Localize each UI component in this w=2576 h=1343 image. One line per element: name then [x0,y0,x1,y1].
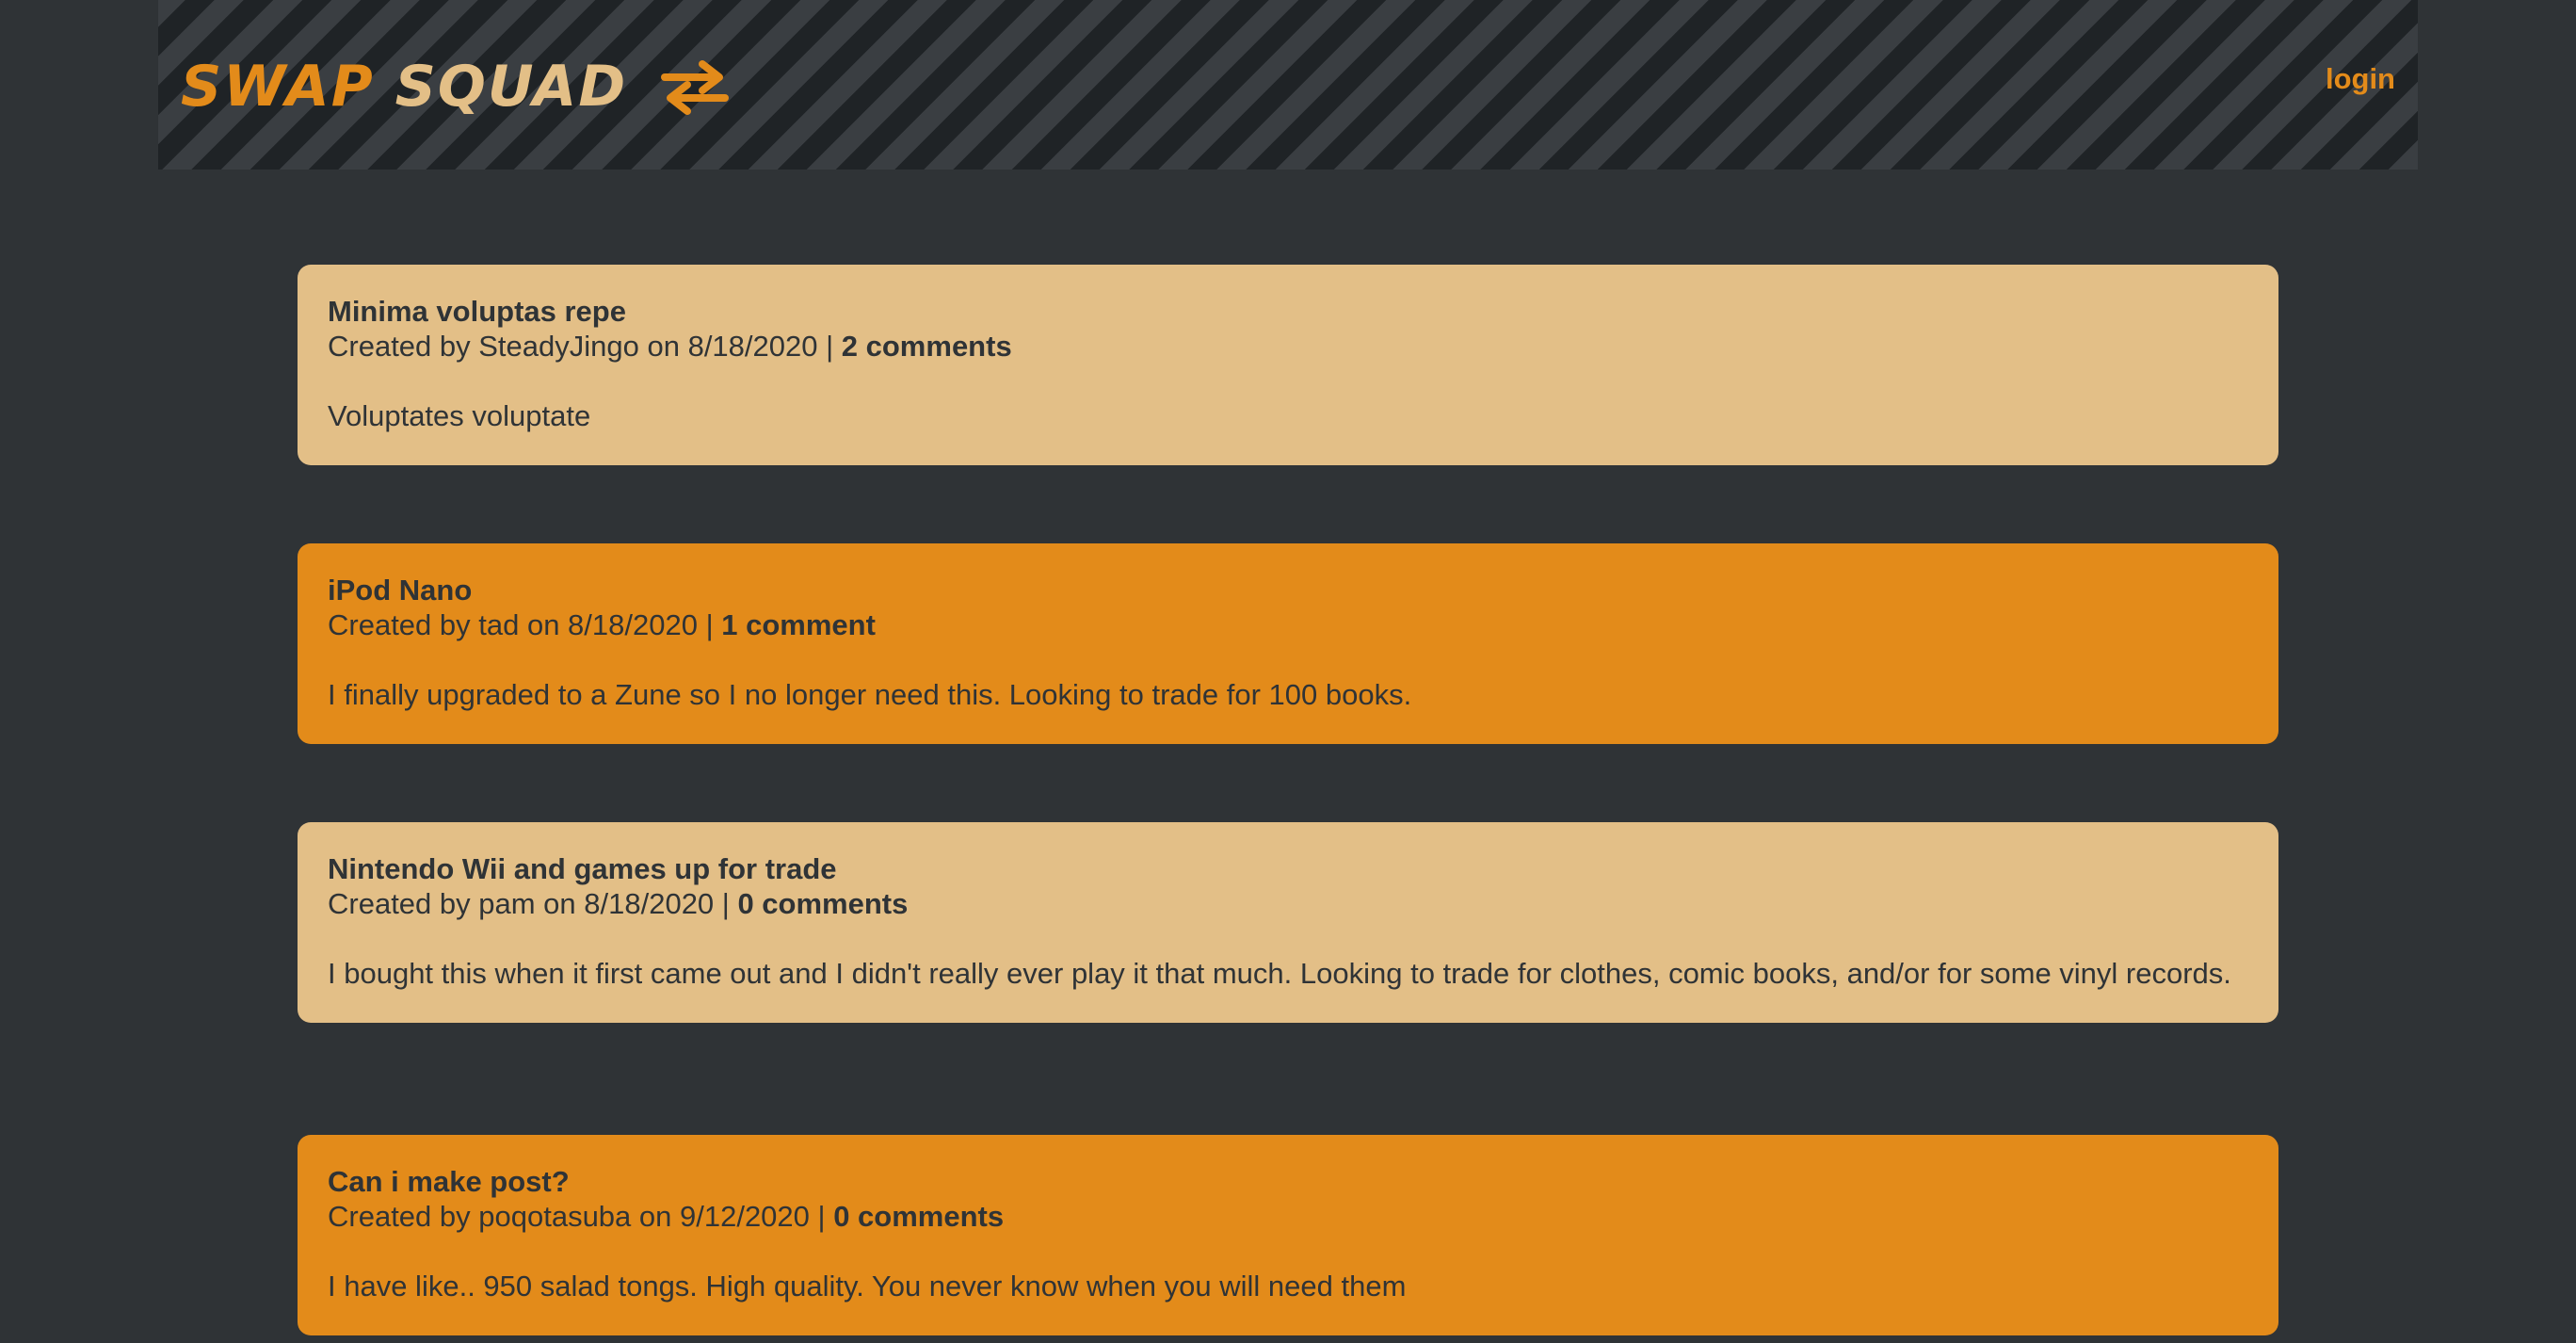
brand-word-squad: SQUAD [394,54,628,120]
post-body: I bought this when it first came out and… [328,957,2231,990]
post-author-date: Created by tad on 8/18/2020 | [328,608,722,641]
post-title[interactable]: Minima voluptas repe [328,294,2248,329]
post-card[interactable]: Can i make post? Created by poqotasuba o… [298,1135,2278,1335]
post-author-date: Created by SteadyJingo on 8/18/2020 | [328,330,842,363]
post-body: I finally upgraded to a Zune so I no lon… [328,678,1412,711]
comments-link[interactable]: 0 comments [833,1200,1004,1233]
post-card[interactable]: iPod Nano Created by tad on 8/18/2020 | … [298,543,2278,744]
post-author-date: Created by poqotasuba on 9/12/2020 | [328,1200,834,1233]
post-title[interactable]: Nintendo Wii and games up for trade [328,851,2248,886]
comments-link[interactable]: 2 comments [842,330,1012,363]
post-meta: Created by poqotasuba on 9/12/2020 | 0 c… [328,1199,2248,1234]
post-body: Voluptates voluptate [328,399,591,432]
brand-word-swap: SWAP [181,54,375,120]
comments-link[interactable]: 1 comment [721,608,876,641]
post-meta: Created by pam on 8/18/2020 | 0 comments [328,886,2248,921]
post-card[interactable]: Nintendo Wii and games up for trade Crea… [298,822,2278,1023]
post-title[interactable]: iPod Nano [328,573,2248,607]
post-card[interactable]: Minima voluptas repe Created by SteadyJi… [298,265,2278,465]
brand-logo[interactable]: SWAP SQUAD [181,49,733,124]
post-author-date: Created by pam on 8/18/2020 | [328,887,738,920]
comments-link[interactable]: 0 comments [737,887,908,920]
swap-arrows-icon [657,58,733,115]
site-header: SWAP SQUAD login [158,0,2418,170]
login-link[interactable]: login [2326,62,2395,96]
post-meta: Created by tad on 8/18/2020 | 1 comment [328,607,2248,642]
post-title[interactable]: Can i make post? [328,1164,2248,1199]
post-meta: Created by SteadyJingo on 8/18/2020 | 2 … [328,329,2248,364]
post-body: I have like.. 950 salad tongs. High qual… [328,1270,1407,1303]
